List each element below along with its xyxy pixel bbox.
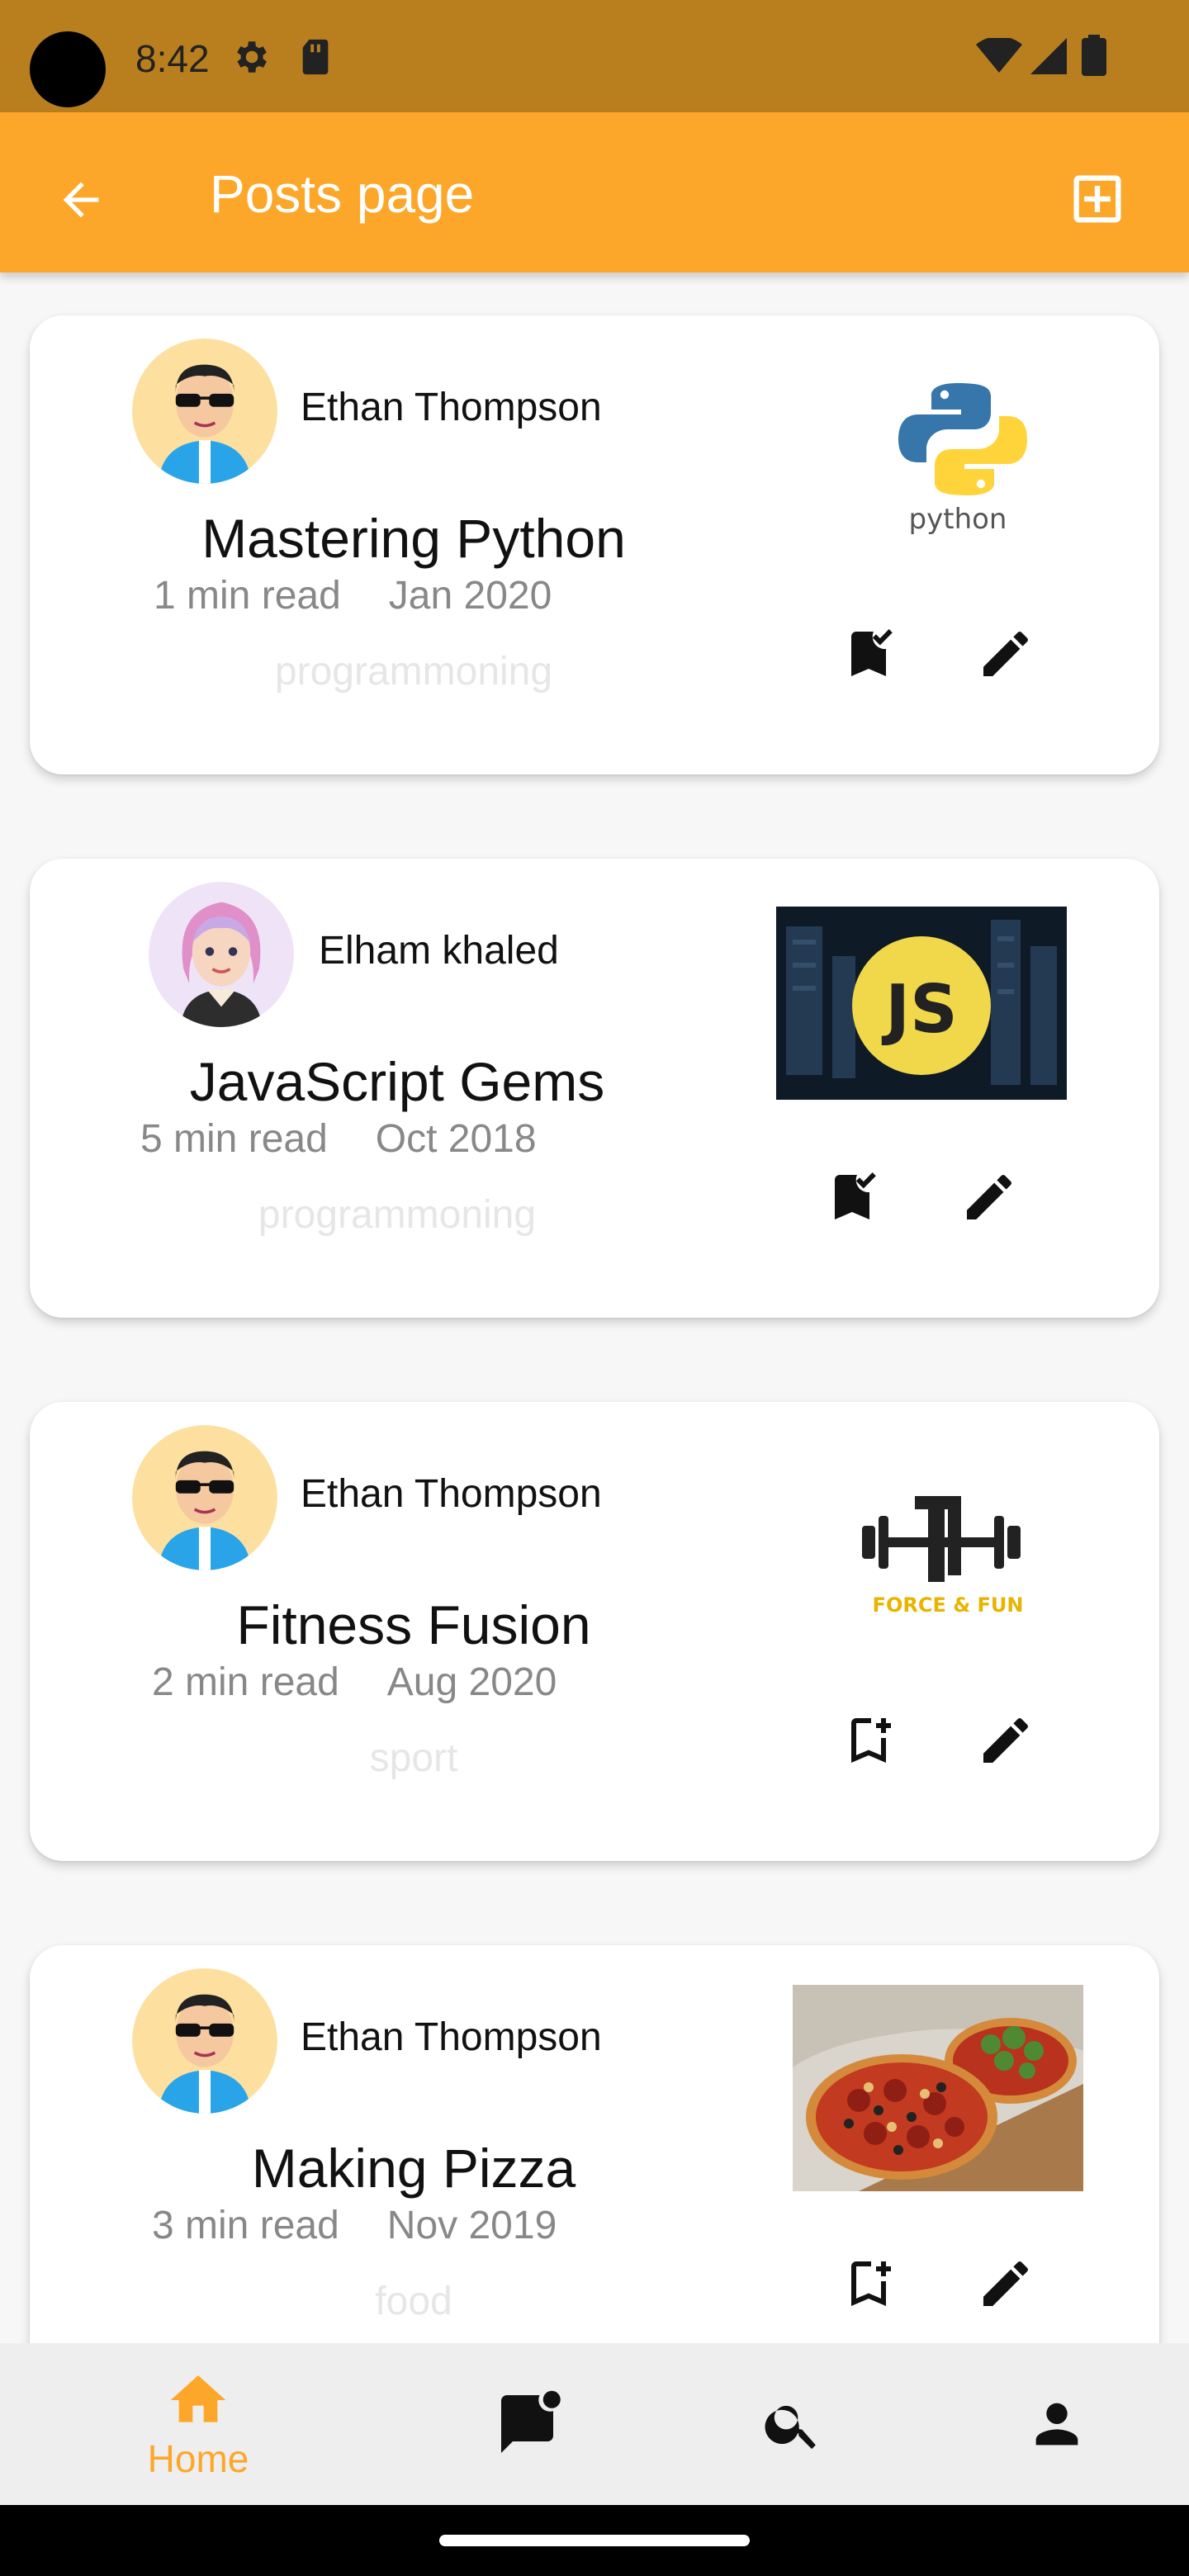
posts-list: Ethan Thompson Mastering Python 1 min re… [0,272,1189,2343]
bookmark-button[interactable] [817,1163,887,1232]
add-box-icon [1073,175,1121,223]
nav-home-label: Home [147,2437,249,2480]
post-date: Nov 2019 [386,2204,557,2247]
read-time: 5 min read [140,1117,328,1161]
post-category: programmoning [258,1193,537,1237]
nav-profile[interactable] [908,2343,1189,2505]
wifi-icon [976,36,1022,78]
author-name: Elham khaled [319,929,559,973]
force-fun-logo-text: FORCE & FUN [873,1593,1024,1617]
edit-icon [983,631,1028,676]
post-title[interactable]: Fitness Fusion [79,1593,748,1656]
post-card[interactable]: Ethan Thompson Fitness Fusion 2 min read… [30,1402,1159,1861]
nav-search[interactable] [644,2343,941,2505]
bookmark-button[interactable] [834,2249,903,2318]
author-name: Ethan Thompson [301,1472,602,1516]
bookmark-button[interactable] [834,619,903,689]
author-name: Ethan Thompson [301,2015,602,2059]
edit-button[interactable] [955,1163,1024,1232]
signal-icon [1030,38,1067,78]
author-avatar [149,882,294,1027]
home-icon [170,2375,226,2422]
post-card[interactable]: Elham khaled JavaScript Gems 5 min read O… [30,859,1159,1318]
python-logo-text: python [909,503,1007,536]
bookmark-button[interactable] [834,1706,903,1775]
nav-messages[interactable] [381,2343,679,2505]
status-bar: 8:42 [0,0,1189,112]
post-image: JS [776,907,1067,1100]
add-post-button[interactable] [1060,162,1135,236]
search-icon [765,2405,816,2450]
post-title[interactable]: JavaScript Gems [63,1050,732,1113]
post-image: python [859,373,1063,538]
nav-home[interactable]: Home [50,2343,347,2505]
status-time: 8:42 [135,37,210,80]
edit-icon [983,1717,1028,1763]
edit-button[interactable] [971,619,1040,689]
arrow-back-icon [63,182,99,218]
home-gesture-handle[interactable] [439,2535,750,2546]
edit-icon [967,1174,1011,1219]
battery-icon [1082,35,1106,80]
edit-button[interactable] [971,1706,1040,1775]
post-image [793,1985,1083,2191]
bookmark-add-icon [851,1718,891,1763]
post-category: programmoning [274,650,553,694]
read-time: 1 min read [154,574,341,618]
settings-gear-icon [230,36,271,82]
post-date: Aug 2020 [386,1660,557,1704]
post-date: Oct 2018 [375,1117,537,1161]
post-category: food [375,2280,452,2323]
read-time: 2 min read [152,1660,339,1704]
bookmark-add-icon [851,2261,891,2306]
post-category: sport [369,1736,458,1780]
read-time: 3 min read [152,2204,339,2247]
post-meta: 2 min read Aug 2020 [152,1660,557,1705]
app-bar: Posts page [0,112,1189,272]
post-card[interactable]: Ethan Thompson Making Pizza 3 min read No… [30,1945,1159,2343]
author-name: Ethan Thompson [301,386,602,429]
system-navigation-bar [0,2505,1189,2576]
post-image: FORCE & FUN [855,1476,1040,1622]
post-title[interactable]: Mastering Python [79,507,748,570]
edit-icon [983,2261,1028,2306]
author-avatar [132,339,277,484]
post-date: Jan 2020 [388,574,552,618]
post-meta: 5 min read Oct 2018 [140,1116,537,1162]
author-avatar [132,1425,277,1570]
chat-notification-icon [501,2390,561,2453]
post-title[interactable]: Making Pizza [79,2137,748,2200]
person-icon [1035,2403,1078,2446]
bookmark-added-icon [835,1172,876,1219]
bookmark-added-icon [851,629,893,676]
edit-button[interactable] [971,2249,1040,2318]
post-card[interactable]: Ethan Thompson Mastering Python 1 min re… [30,315,1159,774]
author-avatar [132,1968,277,2114]
bottom-navigation: Home [0,2343,1189,2505]
sd-card-icon [299,38,332,80]
camera-cutout [30,31,106,107]
back-button[interactable] [46,165,116,234]
post-meta: 3 min read Nov 2019 [152,2203,557,2248]
page-title: Posts page [210,164,475,224]
post-meta: 1 min read Jan 2020 [154,573,552,618]
js-logo-text: JS [881,971,957,1048]
